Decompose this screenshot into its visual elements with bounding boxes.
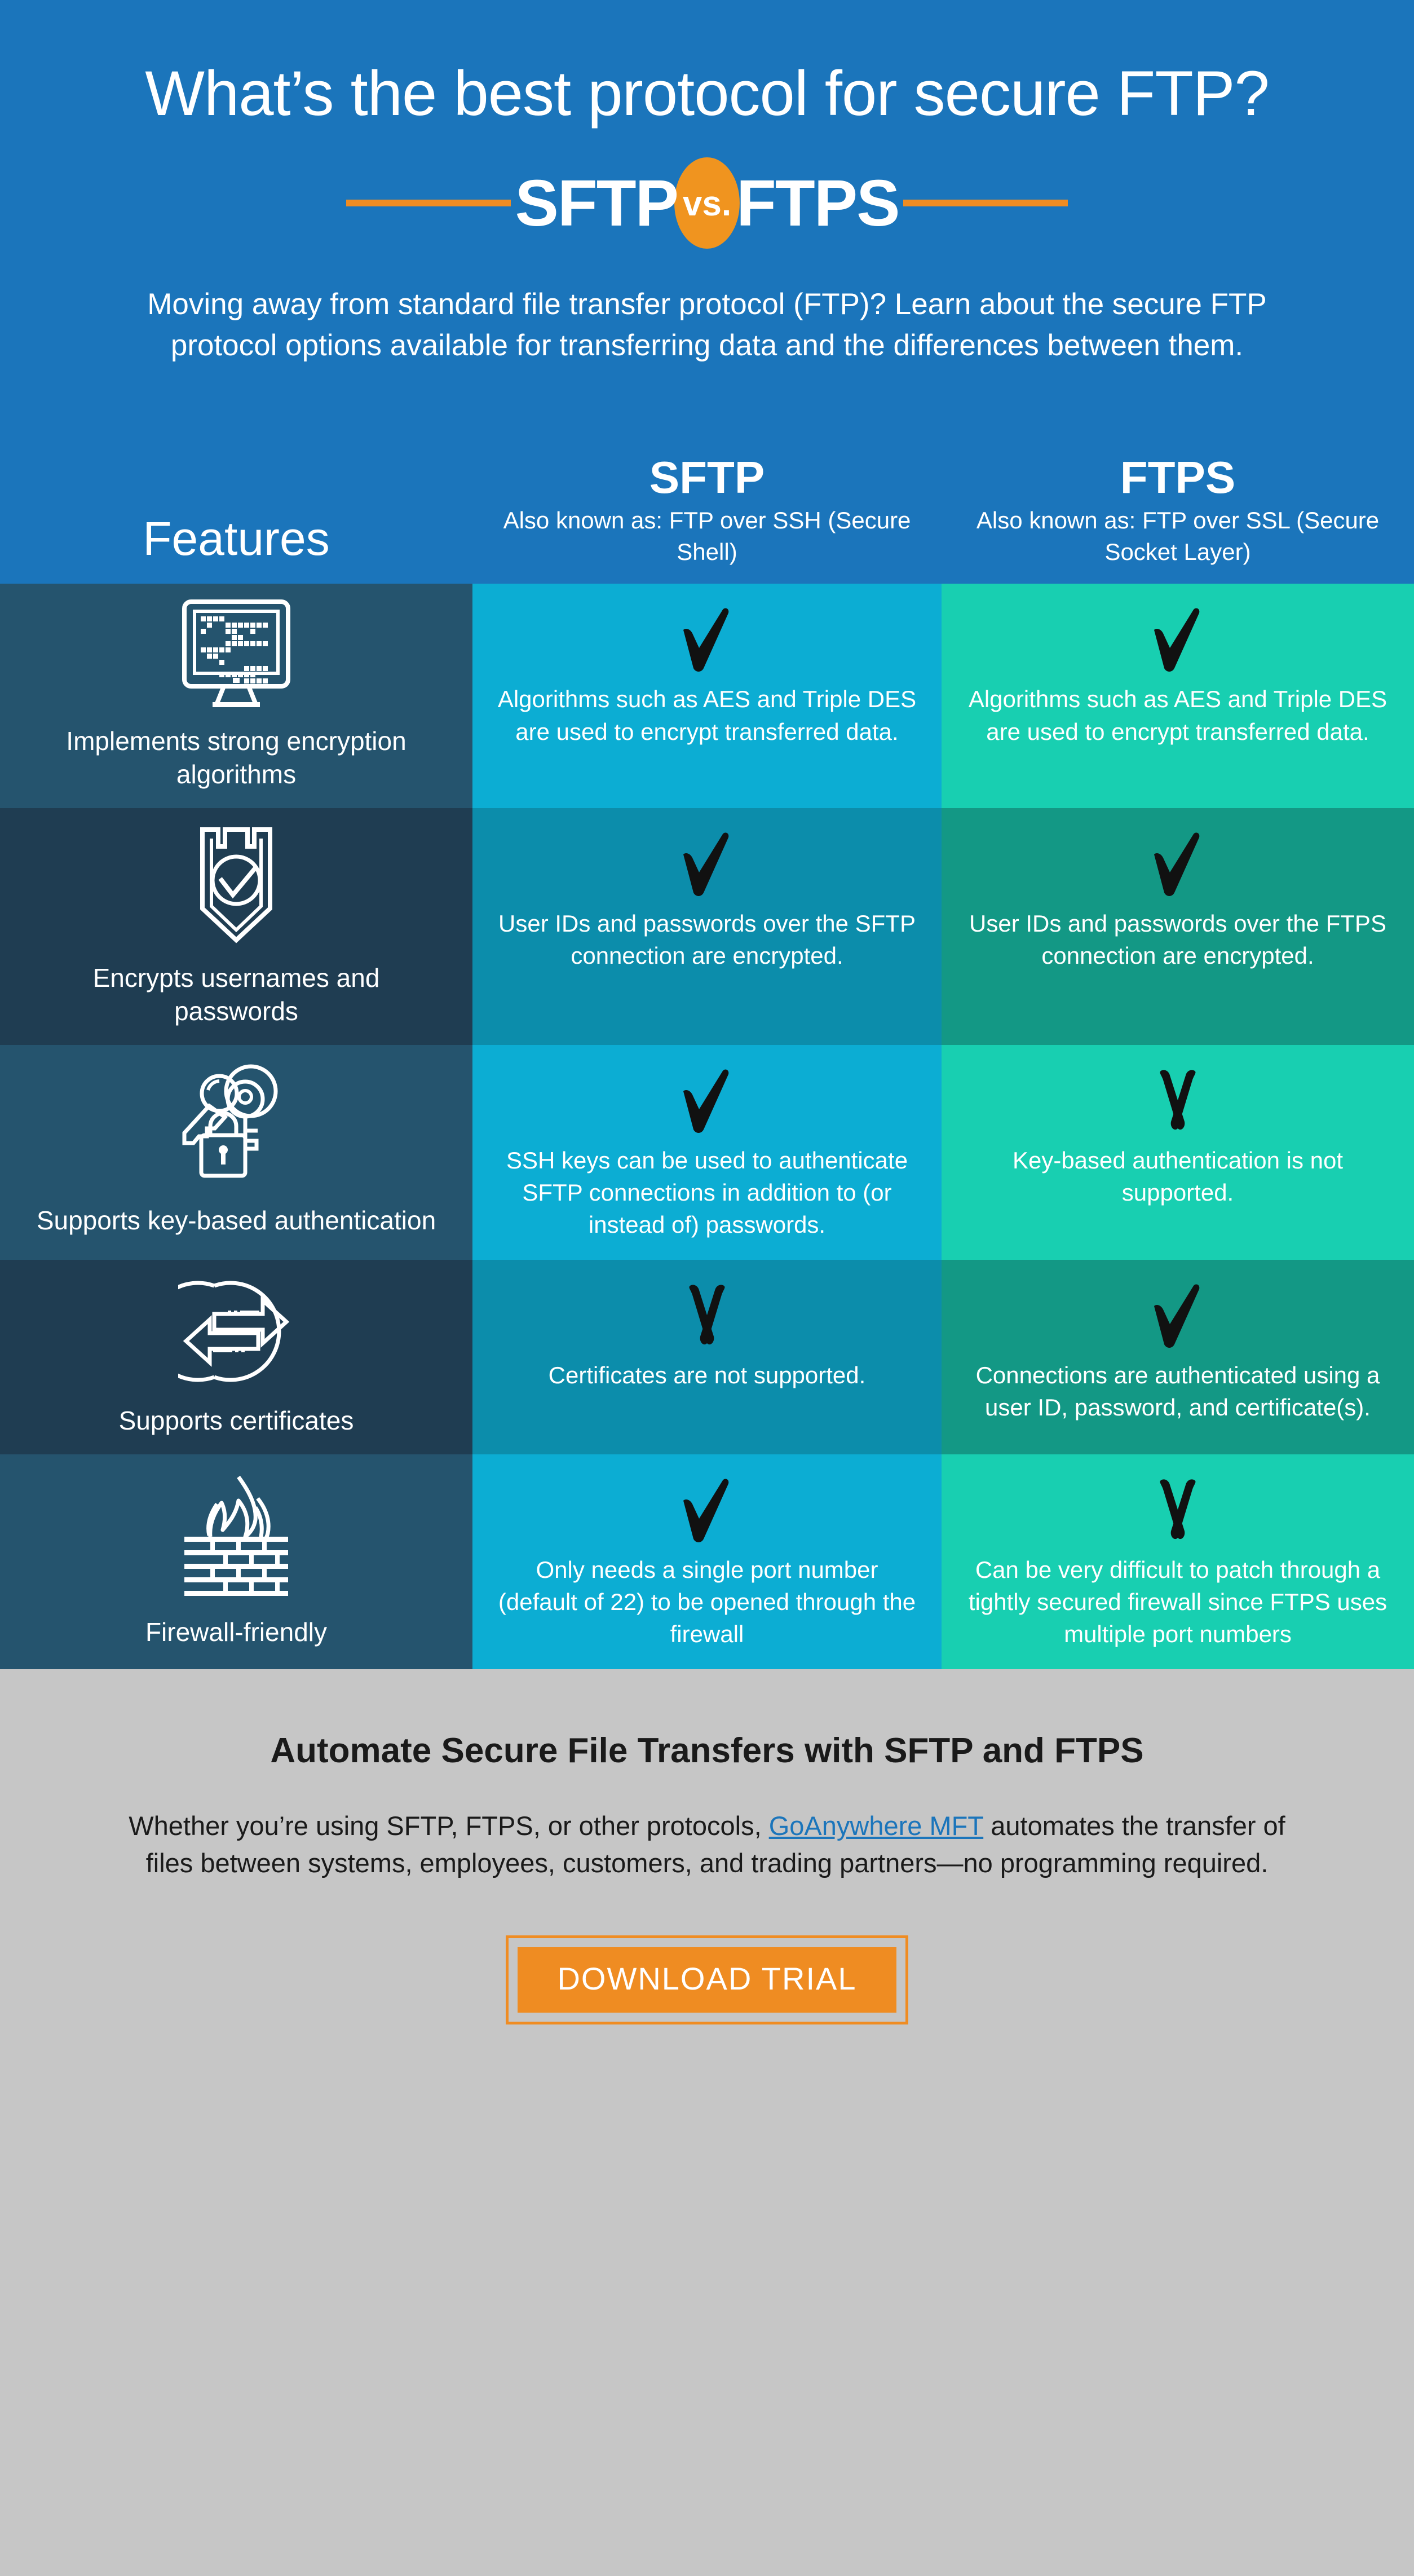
check-mark-icon	[1144, 1282, 1212, 1349]
feature-label: Firewall-friendly	[145, 1617, 328, 1647]
table-header-row: Features SFTP Also known as: FTP over SS…	[0, 398, 1414, 584]
versus-banner: SFTP vs. FTPS	[0, 157, 1414, 249]
sftp-cell: SSH keys can be used to authenticate SFT…	[472, 1044, 942, 1260]
shield-check-icon	[180, 822, 293, 947]
comparison-table: Implements strong encryption algorithms A…	[0, 584, 1414, 1670]
table-row: Supports certificates Certificates are no…	[0, 1260, 1414, 1455]
check-mark-icon	[673, 1068, 741, 1134]
sftp-cell: Certificates are not supported.	[472, 1260, 942, 1455]
page-title: What’s the best protocol for secure FTP?	[145, 58, 1270, 129]
feature-cell: Supports certificates	[0, 1260, 472, 1455]
ftps-cell-text: Connections are authenticated using a us…	[975, 1362, 1380, 1421]
ftps-cell-text: Algorithms such as AES and Triple DES ar…	[968, 686, 1388, 745]
feature-cell: Encrypts usernames and passwords	[0, 808, 472, 1045]
footer-section: Automate Secure File Transfers with SFTP…	[0, 1669, 1414, 2025]
ftps-header-title: FTPS	[1120, 452, 1236, 502]
cross-mark-icon	[673, 1282, 741, 1349]
footer-body-before: Whether you’re using SFTP, FTPS, or othe…	[129, 1810, 769, 1841]
versus-badge-label: vs.	[682, 184, 732, 224]
versus-block: SFTP vs. FTPS	[511, 157, 904, 249]
cross-mark-icon	[1144, 1068, 1212, 1134]
sftp-header-subtitle: Also known as: FTP over SSH (Secure Shel…	[503, 506, 911, 566]
feature-cell: Implements strong encryption algorithms	[0, 584, 472, 809]
feature-label: Supports certificates	[118, 1406, 354, 1436]
download-trial-button-label: DOWNLOAD TRIAL	[518, 1947, 896, 2013]
firewall-brick-flame-icon	[180, 1471, 293, 1601]
feature-label: Supports key-based authentication	[36, 1206, 436, 1236]
versus-left-label: SFTP	[515, 166, 679, 240]
features-header-cell: Features	[0, 515, 472, 584]
ftps-cell: User IDs and passwords over the FTPS con…	[942, 808, 1414, 1045]
ftps-cell-text: Can be very difficult to patch through a…	[968, 1556, 1388, 1648]
sftp-cell: Algorithms such as AES and Triple DES ar…	[472, 584, 942, 809]
sftp-cell-text: User IDs and passwords over the SFTP con…	[498, 910, 916, 969]
keys-padlock-icon	[176, 1064, 296, 1189]
ftps-header-cell: FTPS Also known as: FTP over SSL (Secure…	[942, 452, 1414, 584]
sftp-header-cell: SFTP Also known as: FTP over SSH (Secure…	[472, 452, 942, 584]
sftp-cell-text: Algorithms such as AES and Triple DES ar…	[497, 686, 917, 745]
table-row: Implements strong encryption algorithms A…	[0, 584, 1414, 809]
check-mark-icon	[673, 1477, 741, 1543]
footer-title: Automate Secure File Transfers with SFTP…	[270, 1731, 1144, 1771]
download-trial-button[interactable]: DOWNLOAD TRIAL	[506, 1935, 908, 2025]
monitor-qr-code-icon	[180, 597, 293, 710]
rule-right	[903, 200, 1068, 207]
check-mark-icon	[1144, 831, 1212, 897]
ftps-cell-text: Key-based authentication is not supporte…	[1012, 1146, 1344, 1206]
rule-left	[346, 200, 511, 207]
sftp-cell: Only needs a single port number (default…	[472, 1454, 942, 1670]
check-mark-icon	[673, 831, 741, 897]
hero-section: What’s the best protocol for secure FTP?…	[0, 0, 1414, 398]
sftp-header-title: SFTP	[649, 452, 765, 502]
ftps-header-subtitle: Also known as: FTP over SSL (Secure Sock…	[976, 506, 1380, 566]
table-row: Firewall-friendly Only needs a single por…	[0, 1454, 1414, 1670]
ftps-cell: Key-based authentication is not supporte…	[942, 1044, 1414, 1260]
feature-label: Encrypts usernames and passwords	[92, 963, 380, 1026]
feature-cell: Firewall-friendly	[0, 1454, 472, 1670]
hero-subtitle: Moving away from standard file transfer …	[147, 288, 1267, 363]
table-row: Supports key-based authentication SSH key…	[0, 1044, 1414, 1260]
sftp-cell: User IDs and passwords over the SFTP con…	[472, 808, 942, 1045]
check-mark-icon	[1144, 606, 1212, 673]
table-row: Encrypts usernames and passwords User IDs…	[0, 808, 1414, 1045]
sftp-cell-text: Certificates are not supported.	[548, 1362, 866, 1389]
versus-right-label: FTPS	[736, 166, 900, 240]
feature-label: Implements strong encryption algorithms	[66, 726, 406, 789]
sftp-cell-text: SSH keys can be used to authenticate SFT…	[506, 1146, 908, 1238]
ftps-cell-text: User IDs and passwords over the FTPS con…	[969, 910, 1386, 969]
check-mark-icon	[673, 606, 741, 673]
versus-badge: vs.	[674, 157, 740, 249]
features-header-label: Features	[143, 512, 330, 566]
cross-mark-icon	[1144, 1477, 1212, 1543]
transfer-arrows-icon	[178, 1273, 294, 1390]
ftps-cell: Can be very difficult to patch through a…	[942, 1454, 1414, 1670]
footer-body: Whether you’re using SFTP, FTPS, or othe…	[64, 1807, 1350, 1882]
goanywhere-mft-link[interactable]: GoAnywhere MFT	[769, 1811, 983, 1841]
ftps-cell: Algorithms such as AES and Triple DES ar…	[942, 584, 1414, 809]
ftps-cell: Connections are authenticated using a us…	[942, 1260, 1414, 1455]
sftp-cell-text: Only needs a single port number (default…	[498, 1556, 916, 1648]
feature-cell: Supports key-based authentication	[0, 1044, 472, 1260]
